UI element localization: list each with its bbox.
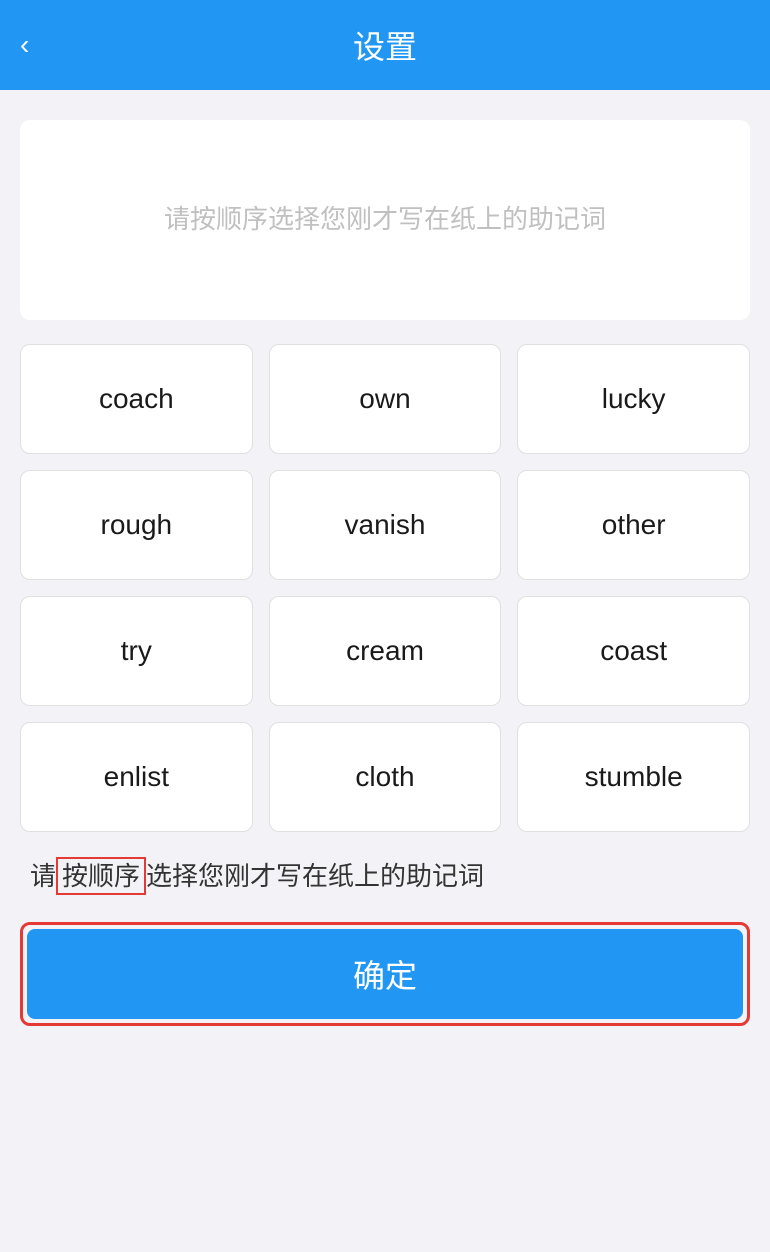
word-button-try[interactable]: try: [20, 596, 253, 706]
header: ‹ 设置: [0, 0, 770, 90]
word-button-cloth[interactable]: cloth: [269, 722, 502, 832]
word-button-lucky[interactable]: lucky: [517, 344, 750, 454]
hint-suffix: 选择您刚才写在纸上的助记词: [146, 861, 484, 891]
word-button-stumble[interactable]: stumble: [517, 722, 750, 832]
selection-box: 请按顺序选择您刚才写在纸上的助记词: [20, 120, 750, 320]
selection-placeholder: 请按顺序选择您刚才写在纸上的助记词: [164, 199, 606, 241]
confirm-button-wrapper: 确定: [20, 922, 750, 1026]
words-grid: coachownlucky roughvanishother trycreamcoa…: [20, 344, 750, 832]
hint-highlighted: 按顺序: [56, 857, 146, 895]
word-button-coast[interactable]: coast: [517, 596, 750, 706]
word-button-cream[interactable]: cream: [269, 596, 502, 706]
word-button-enlist[interactable]: enlist: [20, 722, 253, 832]
hint-prefix: 请: [30, 861, 56, 891]
confirm-button[interactable]: 确定: [27, 929, 743, 1019]
word-button-other[interactable]: other: [517, 470, 750, 580]
word-button-rough[interactable]: rough: [20, 470, 253, 580]
word-button-vanish[interactable]: vanish: [269, 470, 502, 580]
word-button-coach[interactable]: coach: [20, 344, 253, 454]
back-button[interactable]: ‹: [20, 29, 29, 61]
word-button-own[interactable]: own: [269, 344, 502, 454]
page-title: 设置: [353, 22, 417, 68]
hint-text: 请按顺序选择您刚才写在纸上的助记词: [20, 856, 750, 898]
